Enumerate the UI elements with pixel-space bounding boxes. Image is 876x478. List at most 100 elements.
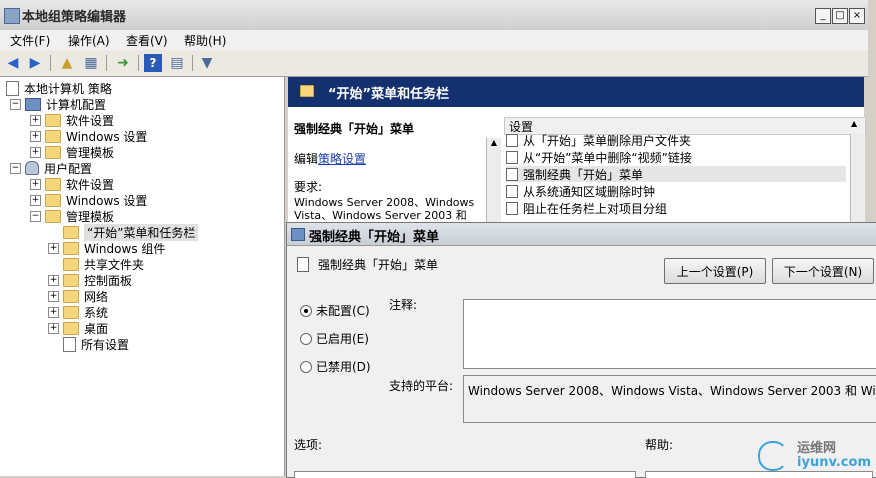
tree-label: 软件设置 [66, 113, 115, 128]
expand-icon[interactable]: + [48, 306, 59, 318]
setting-label: 从“开始”菜单中删除“视频”链接 [523, 150, 692, 165]
edit-policy-link[interactable]: 策略设置 [318, 152, 366, 166]
folder-icon [63, 241, 79, 255]
details-header: “开始”菜单和任务栏 [288, 77, 864, 107]
tree-pane[interactable]: 本地计算机 策略 − 计算机配置 + 软件设置 + Windows 设置 + 管… [0, 77, 285, 476]
tree-c-windows[interactable]: + Windows 设置 [30, 128, 147, 144]
folder-icon [45, 129, 61, 143]
tree-start-menu[interactable]: “开始”菜单和任务栏 [63, 223, 199, 241]
folder-icon [63, 289, 79, 303]
tree-system[interactable]: + 系统 [48, 304, 108, 320]
tree-win-components[interactable]: + Windows 组件 [48, 240, 165, 256]
setting-label: 阻止在任务栏上对项目分组 [523, 201, 668, 216]
scroll-up-icon[interactable]: ▲ [487, 138, 501, 147]
expand-icon[interactable]: + [48, 242, 59, 254]
tree-c-software[interactable]: + 软件设置 [30, 112, 114, 128]
description-scrollbar[interactable]: ▲ [486, 138, 501, 225]
setting-row[interactable]: 从「开始」菜单删除用户文件夹 [506, 132, 691, 148]
tree-label: 所有设置 [81, 337, 130, 352]
settings-scrollbar[interactable] [850, 134, 865, 225]
tree-label-selected: “开始”菜单和任务栏 [84, 223, 199, 241]
expand-icon[interactable]: + [30, 146, 41, 158]
policy-doc-icon [6, 80, 19, 96]
tree-label: 用户配置 [44, 161, 93, 176]
menu-help[interactable]: 帮助(H) [184, 32, 226, 49]
expand-icon[interactable]: + [30, 194, 41, 206]
menu-action[interactable]: 操作(A) [68, 32, 110, 49]
expand-icon[interactable]: + [30, 114, 41, 126]
menu-view[interactable]: 查看(V) [126, 32, 168, 49]
previous-setting-button[interactable]: 上一个设置(P) [664, 258, 766, 284]
expand-icon[interactable]: + [48, 290, 59, 302]
tree-label: Windows 设置 [66, 129, 148, 144]
setting-row[interactable]: 从“开始”菜单中删除“视频”链接 [506, 149, 692, 165]
tree-label: Windows 设置 [66, 193, 148, 208]
filter-icon[interactable]: ▼ [198, 54, 216, 72]
setting-row[interactable]: 从系统通知区域删除时钟 [506, 183, 655, 199]
expand-icon[interactable]: + [30, 178, 41, 190]
export-icon[interactable]: ➜ [114, 54, 132, 72]
menu-file[interactable]: 文件(F) [10, 32, 50, 49]
tree-u-windows[interactable]: + Windows 设置 [30, 192, 147, 208]
toolbar-separator [50, 55, 51, 71]
expand-icon[interactable]: + [48, 274, 59, 286]
back-icon[interactable]: ◀ [4, 54, 22, 72]
show-tree-icon[interactable]: ▦ [82, 54, 100, 72]
tree-user-config[interactable]: − 用户配置 [10, 160, 92, 176]
collapse-icon[interactable]: − [30, 210, 41, 222]
tree-shared-folders[interactable]: 共享文件夹 [63, 256, 144, 272]
expand-icon[interactable]: + [48, 322, 59, 334]
tree-label: 系统 [84, 305, 109, 320]
radio-not-configured[interactable] [300, 305, 312, 317]
setting-label: 从「开始」菜单删除用户文件夹 [523, 133, 692, 148]
radio-disabled-label[interactable]: 已禁用(D) [316, 358, 371, 375]
setting-icon [506, 201, 518, 215]
expand-icon[interactable]: + [30, 130, 41, 142]
collapse-icon[interactable]: − [10, 162, 21, 174]
window-titlebar: 本地组策略编辑器 _ □ × [0, 0, 868, 31]
comment-field[interactable] [463, 299, 876, 369]
tree-all-settings[interactable]: 所有设置 [63, 336, 129, 352]
up-folder-icon[interactable]: ▲ [58, 54, 76, 72]
tree-label: 桌面 [84, 321, 109, 336]
help-icon[interactable]: ? [144, 54, 162, 72]
folder-icon [63, 305, 79, 319]
setting-row-selected[interactable]: 强制经典「开始」菜单 [506, 166, 846, 182]
radio-enabled[interactable] [300, 333, 312, 345]
minimize-button[interactable]: _ [815, 8, 831, 24]
tree-u-software[interactable]: + 软件设置 [30, 176, 114, 192]
properties-icon[interactable]: ▤ [168, 54, 186, 72]
radio-enabled-label[interactable]: 已启用(E) [316, 330, 369, 347]
folder-icon [45, 113, 61, 127]
collapse-icon[interactable]: − [10, 98, 21, 110]
edit-prefix: 编辑 [294, 152, 319, 166]
close-button[interactable]: × [849, 8, 865, 24]
tree-network[interactable]: + 网络 [48, 288, 108, 304]
setting-label: 从系统通知区域删除时钟 [523, 184, 656, 199]
folder-icon [63, 225, 79, 239]
watermark-url: iyunv.com [797, 455, 871, 470]
tree-root[interactable]: 本地计算机 策略 [6, 80, 112, 96]
tree-u-admin[interactable]: − 管理模板 [30, 208, 114, 224]
setting-icon [297, 257, 309, 272]
sort-arrow-icon: ▲ [851, 119, 858, 128]
setting-row[interactable]: 阻止在任务栏上对项目分组 [506, 200, 667, 216]
tree-computer-config[interactable]: − 计算机配置 [10, 96, 106, 112]
tree-control-panel[interactable]: + 控制面板 [48, 272, 132, 288]
tree-desktop[interactable]: + 桌面 [48, 320, 108, 336]
supported-platform-text: Windows Server 2008、Windows Vista、Window… [468, 384, 876, 398]
radio-disabled[interactable] [300, 361, 312, 373]
maximize-button[interactable]: □ [832, 8, 848, 24]
watermark-logo: 运维网 iyunv.com [758, 441, 871, 471]
tree-c-admin[interactable]: + 管理模板 [30, 144, 114, 160]
folder-icon [63, 257, 79, 271]
policy-name: 强制经典「开始」菜单 [294, 122, 415, 136]
radio-not-configured-label[interactable]: 未配置(C) [316, 302, 370, 319]
help-label: 帮助: [645, 438, 674, 452]
options-label: 选项: [294, 438, 323, 452]
edit-policy-line: 编辑策略设置 [294, 150, 366, 167]
setting-icon [506, 150, 518, 164]
next-setting-button[interactable]: 下一个设置(N) [772, 258, 874, 284]
folder-open-icon [45, 209, 61, 223]
forward-icon[interactable]: ▶ [26, 54, 44, 72]
